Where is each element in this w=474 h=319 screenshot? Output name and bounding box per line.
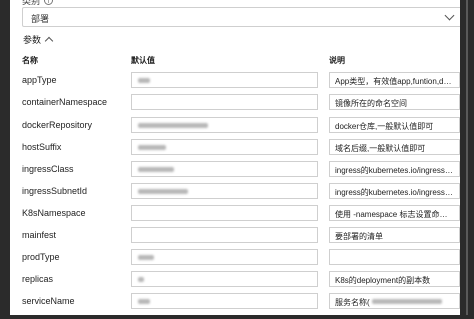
param-name: replicas: [22, 274, 54, 284]
param-default-input[interactable]: [131, 205, 318, 221]
param-default-input[interactable]: [131, 139, 318, 155]
param-description[interactable]: ingress的kubernetes.io/ingress.class: [329, 161, 460, 177]
param-name: prodType: [22, 252, 60, 262]
form-panel: 类别 i 部署 参数 名称 默认值 说明 appType App类型，有效值ap…: [10, 0, 460, 315]
param-name: ingressClass: [22, 164, 74, 174]
chevron-down-icon: [444, 10, 455, 21]
param-description[interactable]: 使用 -namespace 标志设置命令的命名空间: [329, 205, 460, 221]
param-description[interactable]: 镜像所在的命名空间: [329, 94, 460, 110]
param-description[interactable]: ingress的kubernetes.io/ingress.subnetId: [329, 183, 460, 199]
param-default-input[interactable]: [131, 227, 318, 243]
column-header-default: 默认值: [131, 56, 155, 65]
param-default-input[interactable]: [131, 117, 318, 133]
param-name: appType: [22, 75, 57, 85]
redacted-value: [138, 277, 144, 282]
redacted-value: [371, 299, 442, 304]
param-name: dockerRepository: [22, 120, 93, 130]
chevron-up-icon: [44, 36, 54, 46]
param-default-input[interactable]: [131, 94, 318, 110]
redacted-value: [138, 189, 188, 194]
scope-field-label: 类别 i: [22, 0, 54, 7]
param-description[interactable]: [329, 249, 460, 265]
window-frame-bottom: [0, 315, 474, 319]
param-description[interactable]: 要部署的清单: [329, 227, 460, 243]
scrollbar-track[interactable]: [466, 0, 468, 319]
redacted-value: [138, 299, 150, 304]
param-description[interactable]: App类型，有效值app,funtion,dapr: [329, 72, 460, 88]
param-description[interactable]: docker仓库,一般默认值即可: [329, 117, 460, 133]
param-name: containerNamespace: [22, 97, 108, 107]
params-toggle-label: 参数: [23, 35, 42, 45]
param-default-input[interactable]: [131, 249, 318, 265]
column-header-name: 名称: [22, 56, 38, 65]
scope-select-value: 部署: [31, 14, 50, 24]
param-default-input[interactable]: [131, 183, 318, 199]
scope-label: 类别: [22, 0, 41, 6]
redacted-value: [138, 78, 150, 83]
param-default-input[interactable]: [131, 72, 318, 88]
redacted-value: [138, 123, 208, 128]
params-section-toggle[interactable]: 参数: [23, 33, 54, 46]
param-name: ingressSubnetId: [22, 186, 88, 196]
param-default-input[interactable]: [131, 293, 318, 309]
param-name: serviceName: [22, 296, 75, 306]
redacted-value: [138, 145, 166, 150]
param-name: K8sNamespace: [22, 208, 86, 218]
info-icon[interactable]: i: [44, 0, 54, 5]
redacted-value: [138, 167, 174, 172]
param-description[interactable]: 域名后缀,一般默认值即可: [329, 139, 460, 155]
redacted-value: [138, 255, 154, 260]
param-name: hostSuffix: [22, 142, 62, 152]
param-description[interactable]: K8s的deployment的副本数: [329, 271, 460, 287]
param-description-text: 服务名称(: [335, 298, 370, 307]
param-description[interactable]: 服务名称(: [329, 293, 460, 309]
param-name: mainfest: [22, 230, 57, 240]
param-default-input[interactable]: [131, 161, 318, 177]
scope-select[interactable]: 部署: [22, 7, 460, 27]
window-frame-left: [0, 0, 10, 319]
param-default-input[interactable]: [131, 271, 318, 287]
column-header-desc: 说明: [329, 56, 345, 65]
